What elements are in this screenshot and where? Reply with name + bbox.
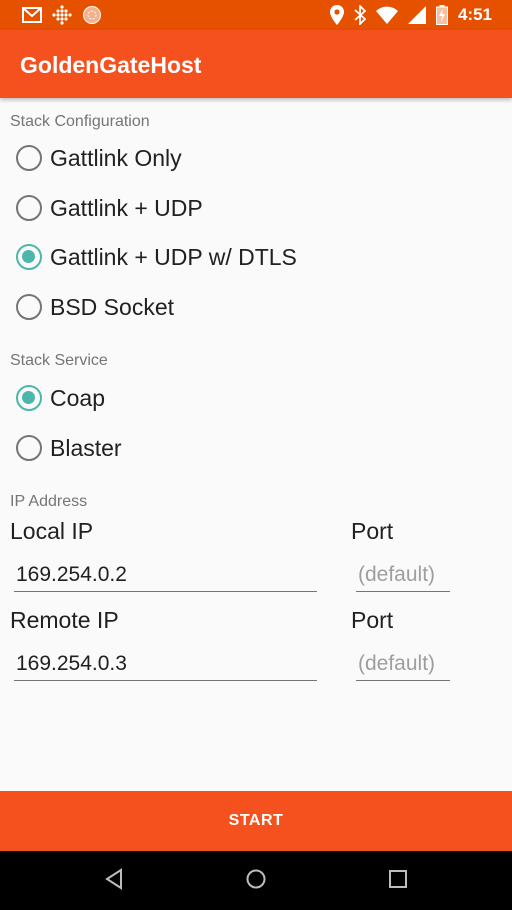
radio-label: BSD Socket (50, 293, 174, 320)
remote-ip-input[interactable]: 169.254.0.3 (14, 649, 317, 681)
recents-icon[interactable] (388, 868, 408, 890)
home-icon[interactable] (245, 868, 267, 890)
wifi-icon (375, 6, 398, 24)
battery-charging-icon (435, 5, 448, 25)
radio-gattlink-only[interactable]: Gattlink Only (16, 138, 476, 178)
radio-gattlink-udp[interactable]: Gattlink + UDP (16, 188, 476, 228)
system-nav-bar (0, 851, 512, 910)
status-time: 4:51 (457, 5, 492, 24)
local-ip-label: Local IP (10, 518, 94, 544)
radio-button-checked-icon[interactable] (16, 385, 42, 411)
start-button-label: START (228, 812, 284, 829)
radio-blaster[interactable]: Blaster (16, 428, 476, 468)
remote-port-label: Port (351, 607, 394, 633)
app-bar: GoldenGateHost (0, 30, 512, 98)
bluetooth-icon (354, 5, 366, 25)
radio-gattlink-udp-dtls[interactable]: Gattlink + UDP w/ DTLS (16, 237, 476, 277)
radio-button-icon[interactable] (16, 145, 42, 171)
radio-label: Coap (50, 384, 105, 411)
radio-coap[interactable]: Coap (16, 378, 476, 418)
gmail-icon (22, 7, 42, 23)
stack-service-label: Stack Service (10, 352, 108, 369)
local-ip-input[interactable]: 169.254.0.2 (14, 560, 317, 592)
circle-pattern-icon (83, 6, 101, 24)
location-icon (329, 5, 344, 25)
radio-button-icon[interactable] (16, 435, 42, 461)
radio-label: Blaster (50, 434, 122, 461)
local-port-input[interactable]: (default) (356, 560, 450, 592)
app-title: GoldenGateHost (20, 52, 202, 78)
remote-ip-label: Remote IP (10, 607, 119, 633)
radio-button-icon[interactable] (16, 294, 42, 320)
radio-label: Gattlink + UDP w/ DTLS (50, 243, 297, 270)
radio-bsd-socket[interactable]: BSD Socket (16, 287, 476, 327)
dots-grid-icon (52, 5, 72, 25)
stack-configuration-label: Stack Configuration (10, 113, 150, 130)
radio-label: Gattlink Only (50, 144, 182, 171)
back-icon[interactable] (104, 868, 124, 890)
signal-icon (407, 6, 426, 24)
remote-port-input[interactable]: (default) (356, 649, 450, 681)
radio-label: Gattlink + UDP (50, 194, 203, 221)
start-button[interactable]: START (0, 791, 512, 851)
radio-button-checked-icon[interactable] (16, 244, 42, 270)
status-bar: 4:51 (0, 0, 512, 30)
ip-address-label: IP Address (10, 493, 88, 510)
radio-button-icon[interactable] (16, 195, 42, 221)
local-port-label: Port (351, 518, 394, 544)
